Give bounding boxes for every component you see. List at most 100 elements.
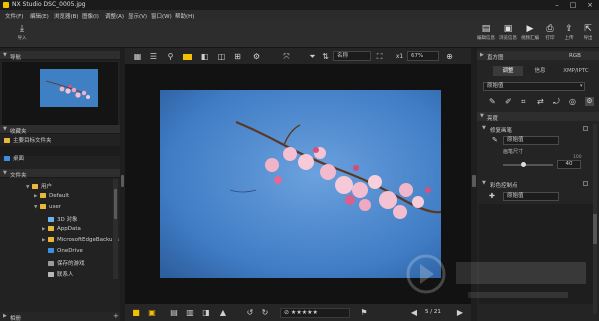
navigator-thumbnail[interactable]: [40, 69, 98, 107]
album-header[interactable]: ▶ 相册 +: [0, 312, 125, 321]
zoom-select[interactable]: 67%: [407, 51, 439, 61]
tree-item-default[interactable]: ▶ Default: [34, 193, 69, 202]
sort-icon[interactable]: ⇅: [321, 52, 330, 61]
preset-value: 原始值: [487, 83, 504, 89]
filter-icon[interactable]: ⏷: [308, 52, 317, 61]
folders-header[interactable]: ▼ 文件夹: [0, 169, 120, 179]
collapse-icon: ▼: [480, 113, 484, 119]
view-toolbar: ▦ ☰ ⚲ ◧ ◫ ⊞ ⚙ ⤧ ⏷ ⇅ 名称 ⛶ x1 67% ⊕: [125, 48, 471, 65]
rotate-left-icon[interactable]: ↺: [245, 308, 255, 318]
retouch-checkbox[interactable]: [583, 126, 588, 131]
compare-4-icon[interactable]: ⊞: [233, 52, 242, 61]
zoom-1x-icon[interactable]: x1: [395, 52, 404, 61]
red-eye-icon[interactable]: ◎: [569, 97, 576, 106]
tree-item-users[interactable]: ▼ 用户: [26, 182, 52, 191]
compare-2-icon[interactable]: ◫: [217, 52, 226, 61]
folder-icon: [48, 226, 54, 231]
tab-info[interactable]: 信息: [525, 66, 555, 76]
import-button[interactable]: ⤓ 导入: [10, 24, 34, 46]
navigator-header[interactable]: ▼ 导航: [0, 51, 120, 61]
split-view-icon[interactable]: ▥: [185, 308, 195, 318]
tab-xmp-label: XMP/IPTC: [563, 68, 589, 74]
collapse-right-icon[interactable]: [472, 175, 476, 187]
zoom-in-icon[interactable]: ⊕: [445, 52, 454, 61]
eyedropper-icon[interactable]: ✎: [489, 97, 496, 106]
menu-file[interactable]: 文件(F): [5, 12, 23, 20]
brush-size-handle[interactable]: [521, 162, 526, 167]
tree-item-edge-backups[interactable]: ▶ MicrosoftEdgeBackups: [42, 237, 119, 246]
retouch-brush-icon[interactable]: ✐: [505, 97, 512, 106]
rating-stars[interactable]: ⊘ ★★★★★: [280, 308, 350, 318]
perspective-icon[interactable]: ⤾: [553, 97, 560, 107]
crop-icon[interactable]: ⌗: [521, 97, 526, 107]
close-icon[interactable]: ×: [583, 0, 597, 10]
fit-screen-icon[interactable]: ⤧: [282, 52, 291, 61]
scrollbar-thumb[interactable]: [593, 214, 597, 244]
folder-icon: [4, 138, 10, 143]
single-view-icon[interactable]: [183, 54, 192, 60]
menu-image[interactable]: 图像(I): [82, 12, 99, 20]
straighten-icon[interactable]: ⇄: [537, 97, 544, 106]
retouch-value: 原始值: [507, 137, 524, 143]
grid-overlay-icon[interactable]: ▤: [169, 308, 179, 318]
export-button[interactable]: ⇱ 导出: [576, 24, 599, 46]
tree-item-onedrive[interactable]: OneDrive: [42, 248, 83, 257]
edit-info-icon: ▤: [481, 24, 491, 34]
tab-adjust[interactable]: 调整: [493, 66, 523, 76]
pick-flag-icon[interactable]: ⚑: [359, 308, 369, 318]
menu-window[interactable]: 窗口(W): [151, 12, 172, 20]
sort-value: 名称: [337, 53, 349, 59]
sort-select[interactable]: 名称: [333, 51, 371, 61]
collapse-left-icon[interactable]: [121, 175, 124, 187]
tree-item-saved-games[interactable]: 保存的游戏: [42, 259, 85, 268]
brush-size-slider[interactable]: [503, 162, 553, 167]
browse-info-button[interactable]: ▣ 浏览信息: [496, 24, 520, 46]
collapse-icon: ▼: [3, 52, 7, 58]
rotate-right-icon[interactable]: ↻: [260, 308, 270, 318]
favorites-header[interactable]: ▼ 收藏夹: [0, 125, 120, 135]
menu-adjust[interactable]: 调整(A): [105, 12, 124, 20]
preset-select[interactable]: 原始值: [483, 82, 585, 91]
add-icon[interactable]: +: [113, 312, 119, 320]
histogram-header[interactable]: ▶ 直方图 RGB: [477, 51, 599, 61]
menu-view[interactable]: 显示(V): [128, 12, 147, 20]
color-space-select[interactable]: RGB: [569, 53, 581, 59]
map-pin-icon[interactable]: ⚲: [166, 52, 175, 61]
thumbnail-grid-icon[interactable]: ▦: [133, 52, 142, 61]
compare-icon[interactable]: ◨: [201, 308, 211, 318]
tree-item-appdata[interactable]: ▶ AppData: [42, 226, 81, 235]
tab-xmp-iptc[interactable]: XMP/IPTC: [557, 66, 595, 76]
desktop-item[interactable]: 桌面: [4, 154, 24, 163]
color-control-select[interactable]: 原始值: [503, 192, 559, 201]
tree-item-user[interactable]: ▼ user: [34, 204, 61, 213]
minimize-icon[interactable]: –: [550, 0, 564, 10]
tree-item-3d-objects[interactable]: 3D 对象: [42, 215, 77, 224]
color-control-checkbox[interactable]: [583, 181, 588, 186]
settings-gear-icon[interactable]: ⚙: [585, 97, 594, 106]
navigator-view[interactable]: [2, 62, 118, 126]
brightness-section-header[interactable]: ▼ 亮度: [477, 112, 599, 122]
label-multi-icon[interactable]: ▣: [147, 308, 157, 318]
retouch-select[interactable]: 原始值: [503, 136, 559, 145]
menu-browser[interactable]: 浏览器(B): [54, 12, 79, 20]
main-photo[interactable]: [160, 90, 441, 278]
brush-size-input[interactable]: 40: [557, 160, 581, 169]
contacts-icon: [48, 272, 54, 277]
list-view-icon[interactable]: ☰: [149, 52, 158, 61]
menu-edit[interactable]: 编辑(E): [30, 12, 49, 20]
favorites-item-label: 主要目标文件夹: [13, 138, 52, 144]
label-yellow-icon[interactable]: ■: [131, 308, 141, 318]
tree-item-contacts[interactable]: 联系人: [42, 270, 74, 279]
favorites-item[interactable]: 主要目标文件夹: [4, 136, 52, 145]
folder-scrollbar[interactable]: [113, 179, 118, 279]
filmstrip-icon[interactable]: ◧: [200, 52, 209, 61]
fit-window-icon[interactable]: ⛶: [375, 52, 384, 61]
maximize-icon[interactable]: □: [566, 0, 580, 10]
menu-help[interactable]: 帮助(H): [175, 12, 194, 20]
display-options-icon[interactable]: ⚙: [252, 52, 261, 61]
scrollbar-thumb[interactable]: [114, 189, 117, 219]
histogram-icon[interactable]: ▲: [218, 308, 228, 318]
edit-info-button[interactable]: ▤ 编辑信息: [474, 24, 498, 46]
brush-icon: ✎: [492, 136, 498, 144]
app-logo-icon: [3, 2, 9, 8]
